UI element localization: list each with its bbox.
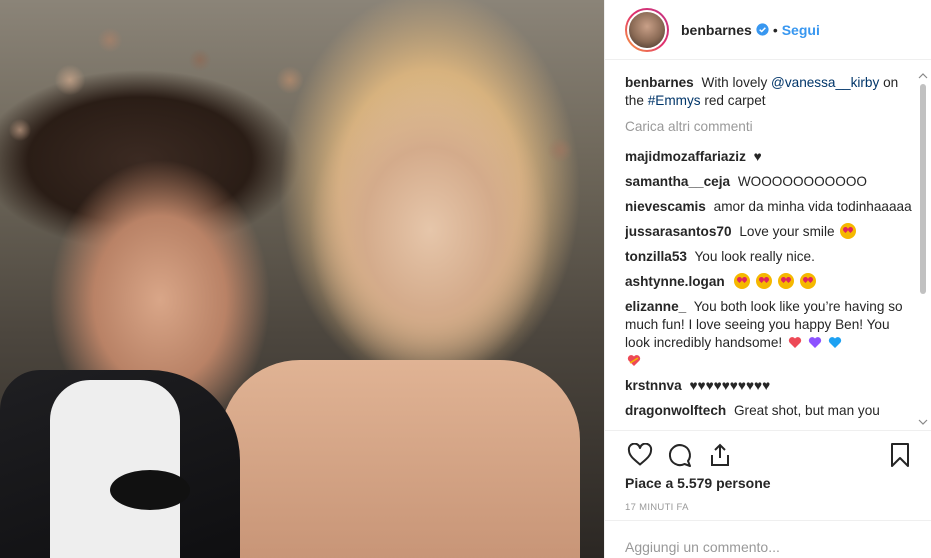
- action-bar: [605, 430, 931, 478]
- comment-username[interactable]: jussarasantos70: [625, 224, 732, 239]
- caption-hashtag[interactable]: #Emmys: [648, 93, 701, 108]
- share-icon: [711, 443, 729, 466]
- load-more-comments[interactable]: Carica altri commenti: [625, 118, 915, 136]
- heart-with-ribbon-icon: [627, 355, 641, 366]
- comment-username[interactable]: nievescamis: [625, 199, 706, 214]
- star-struck-emoji-icon: [734, 273, 751, 289]
- follow-button[interactable]: Segui: [782, 22, 820, 38]
- comment-icon: [668, 443, 691, 467]
- purple-heart-icon: [808, 337, 821, 348]
- post-timestamp[interactable]: 17 MINUTI FA: [625, 502, 689, 513]
- photo-bowtie: [110, 470, 190, 510]
- likes-count[interactable]: Piace a 5.579 persone: [625, 475, 771, 491]
- comment-username[interactable]: krstnnva: [625, 378, 682, 393]
- comment-text: You look really nice.: [694, 249, 815, 264]
- comment-button[interactable]: [665, 440, 695, 470]
- caption-text: With lovely: [701, 75, 768, 90]
- comment: elizanne_ You both look like you’re havi…: [625, 298, 915, 370]
- comment: majidmozaffariaziz ♥: [625, 148, 915, 166]
- post-photo[interactable]: [0, 0, 604, 558]
- comments-scrollbar[interactable]: [917, 70, 929, 430]
- comment-username[interactable]: tonzilla53: [625, 249, 687, 264]
- comment: jussarasantos70 Love your smile: [625, 223, 915, 241]
- share-button[interactable]: [705, 440, 735, 470]
- bookmark-icon: [891, 442, 909, 467]
- red-heart-icon: [788, 337, 802, 348]
- comment-username[interactable]: ashtynne.logan: [625, 274, 725, 289]
- comment-username[interactable]: elizanne_: [625, 299, 686, 314]
- star-struck-emoji-icon: [799, 273, 816, 289]
- avatar[interactable]: [625, 7, 669, 52]
- comment-text: amor da minha vida todinhaaaaa: [713, 199, 912, 214]
- comments-list: benbarnes With lovely @vanessa__kirby on…: [625, 74, 915, 429]
- comment-username[interactable]: dragonwolftech: [625, 403, 726, 418]
- post-header: benbarnes • Segui: [605, 0, 931, 60]
- add-comment-bar: [605, 520, 931, 558]
- star-struck-emoji-icon: [840, 223, 857, 239]
- star-struck-emoji-icon: [756, 273, 773, 289]
- comment: samantha__ceja WOOOOOOOOOOO: [625, 173, 915, 191]
- caption: benbarnes With lovely @vanessa__kirby on…: [625, 74, 915, 110]
- heart-icon: [627, 442, 653, 465]
- comment-username[interactable]: samantha__ceja: [625, 174, 730, 189]
- comment-input[interactable]: [625, 538, 911, 555]
- comment-text: ♥: [753, 149, 762, 164]
- comment-username[interactable]: majidmozaffariaziz: [625, 149, 746, 164]
- caption-text: red carpet: [704, 93, 766, 108]
- save-button[interactable]: [885, 440, 915, 470]
- header-username[interactable]: benbarnes: [681, 22, 752, 38]
- like-button[interactable]: [625, 440, 655, 470]
- caption-username[interactable]: benbarnes: [625, 75, 694, 90]
- comment: dragonwolftech Great shot, but man you: [625, 402, 915, 420]
- comment: krstnnva ♥♥♥♥♥♥♥♥♥♥: [625, 377, 915, 395]
- photo-shirt: [50, 380, 180, 558]
- comment-text: Great shot, but man you: [733, 403, 880, 418]
- comment: tonzilla53 You look really nice.: [625, 248, 915, 266]
- blue-heart-icon: [828, 337, 841, 348]
- star-struck-emoji-icon: [778, 273, 795, 289]
- verified-badge-icon: [756, 23, 769, 36]
- caption-mention[interactable]: @vanessa__kirby: [771, 75, 879, 90]
- comment-text: Love your smile: [739, 224, 835, 239]
- post-panel: benbarnes • Segui benbarnes With lovely …: [604, 0, 931, 558]
- comment-text: ♥♥♥♥♥♥♥♥♥♥: [689, 378, 771, 393]
- separator-dot: •: [772, 21, 778, 38]
- photo-dress: [220, 360, 580, 558]
- comment: ashtynne.logan: [625, 273, 915, 291]
- comment-text: WOOOOOOOOOOO: [737, 174, 867, 189]
- comment: nievescamis amor da minha vida todinhaaa…: [625, 198, 915, 216]
